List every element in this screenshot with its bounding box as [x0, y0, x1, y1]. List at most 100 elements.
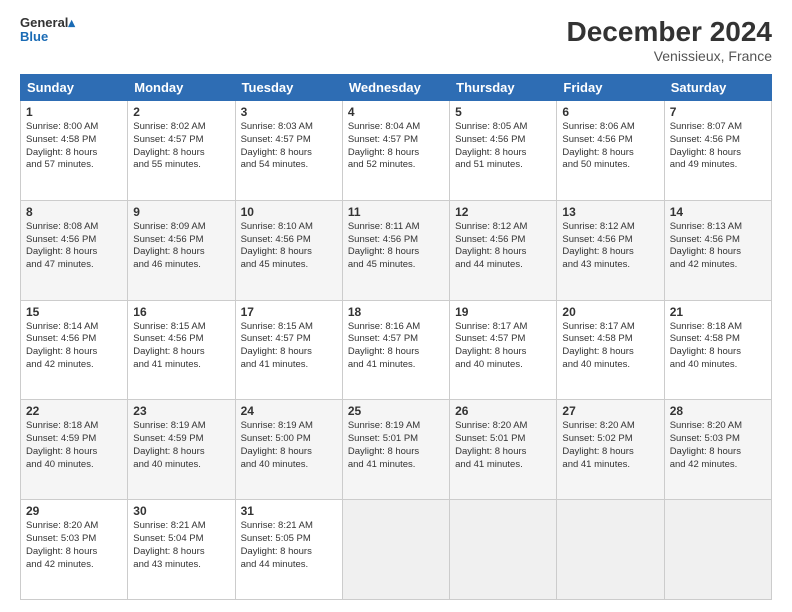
daylight-continued: and 47 minutes. [26, 259, 122, 272]
calendar-cell: 19 Sunrise: 8:17 AM Sunset: 4:57 PM Dayl… [450, 300, 557, 400]
sunrise-line: Sunrise: 8:02 AM [133, 121, 229, 134]
sunrise-line: Sunrise: 8:21 AM [133, 520, 229, 533]
sunset-line: Sunset: 4:57 PM [133, 134, 229, 147]
daylight-continued: and 43 minutes. [133, 559, 229, 572]
calendar-cell: 14 Sunrise: 8:13 AM Sunset: 4:56 PM Dayl… [664, 200, 771, 300]
calendar-table: SundayMondayTuesdayWednesdayThursdayFrid… [20, 74, 772, 600]
day-number: 23 [133, 404, 229, 418]
daylight-line: Daylight: 8 hours [241, 346, 337, 359]
day-number: 30 [133, 504, 229, 518]
sunset-line: Sunset: 4:56 PM [26, 234, 122, 247]
sunrise-line: Sunrise: 8:20 AM [670, 420, 766, 433]
daylight-continued: and 41 minutes. [133, 359, 229, 372]
sunset-line: Sunset: 4:56 PM [241, 234, 337, 247]
sunrise-line: Sunrise: 8:17 AM [455, 321, 551, 334]
daylight-line: Daylight: 8 hours [670, 446, 766, 459]
day-number: 28 [670, 404, 766, 418]
sunrise-line: Sunrise: 8:11 AM [348, 221, 444, 234]
week-row-3: 15 Sunrise: 8:14 AM Sunset: 4:56 PM Dayl… [21, 300, 772, 400]
calendar-cell: 8 Sunrise: 8:08 AM Sunset: 4:56 PM Dayli… [21, 200, 128, 300]
sunrise-line: Sunrise: 8:08 AM [26, 221, 122, 234]
calendar-cell: 15 Sunrise: 8:14 AM Sunset: 4:56 PM Dayl… [21, 300, 128, 400]
daylight-continued: and 40 minutes. [455, 359, 551, 372]
sunset-line: Sunset: 5:03 PM [26, 533, 122, 546]
day-number: 6 [562, 105, 658, 119]
day-number: 19 [455, 305, 551, 319]
daylight-line: Daylight: 8 hours [133, 346, 229, 359]
calendar-cell: 16 Sunrise: 8:15 AM Sunset: 4:56 PM Dayl… [128, 300, 235, 400]
week-row-4: 22 Sunrise: 8:18 AM Sunset: 4:59 PM Dayl… [21, 400, 772, 500]
sunrise-line: Sunrise: 8:09 AM [133, 221, 229, 234]
calendar-cell [557, 500, 664, 600]
calendar-cell: 22 Sunrise: 8:18 AM Sunset: 4:59 PM Dayl… [21, 400, 128, 500]
day-number: 12 [455, 205, 551, 219]
day-number: 25 [348, 404, 444, 418]
daylight-line: Daylight: 8 hours [26, 346, 122, 359]
calendar-cell: 1 Sunrise: 8:00 AM Sunset: 4:58 PM Dayli… [21, 101, 128, 201]
daylight-continued: and 40 minutes. [26, 459, 122, 472]
daylight-continued: and 41 minutes. [241, 359, 337, 372]
logo-text-general: General▴ [20, 16, 75, 30]
daylight-line: Daylight: 8 hours [26, 147, 122, 160]
main-title: December 2024 [567, 16, 772, 48]
calendar-cell: 17 Sunrise: 8:15 AM Sunset: 4:57 PM Dayl… [235, 300, 342, 400]
daylight-line: Daylight: 8 hours [26, 446, 122, 459]
header-wednesday: Wednesday [342, 75, 449, 101]
week-row-1: 1 Sunrise: 8:00 AM Sunset: 4:58 PM Dayli… [21, 101, 772, 201]
daylight-continued: and 41 minutes. [348, 459, 444, 472]
daylight-line: Daylight: 8 hours [348, 246, 444, 259]
daylight-continued: and 40 minutes. [670, 359, 766, 372]
sunrise-line: Sunrise: 8:07 AM [670, 121, 766, 134]
sunrise-line: Sunrise: 8:12 AM [455, 221, 551, 234]
sunset-line: Sunset: 5:05 PM [241, 533, 337, 546]
sunrise-line: Sunrise: 8:19 AM [348, 420, 444, 433]
calendar-cell: 10 Sunrise: 8:10 AM Sunset: 4:56 PM Dayl… [235, 200, 342, 300]
day-number: 27 [562, 404, 658, 418]
sunrise-line: Sunrise: 8:16 AM [348, 321, 444, 334]
sunset-line: Sunset: 5:04 PM [133, 533, 229, 546]
calendar-cell: 2 Sunrise: 8:02 AM Sunset: 4:57 PM Dayli… [128, 101, 235, 201]
sunrise-line: Sunrise: 8:20 AM [26, 520, 122, 533]
daylight-continued: and 52 minutes. [348, 159, 444, 172]
daylight-line: Daylight: 8 hours [562, 446, 658, 459]
daylight-continued: and 43 minutes. [562, 259, 658, 272]
calendar-cell: 4 Sunrise: 8:04 AM Sunset: 4:57 PM Dayli… [342, 101, 449, 201]
daylight-line: Daylight: 8 hours [133, 446, 229, 459]
sunset-line: Sunset: 5:02 PM [562, 433, 658, 446]
week-row-2: 8 Sunrise: 8:08 AM Sunset: 4:56 PM Dayli… [21, 200, 772, 300]
sunset-line: Sunset: 4:57 PM [241, 333, 337, 346]
day-number: 22 [26, 404, 122, 418]
daylight-continued: and 57 minutes. [26, 159, 122, 172]
sunset-line: Sunset: 4:59 PM [133, 433, 229, 446]
header-friday: Friday [557, 75, 664, 101]
calendar-cell: 30 Sunrise: 8:21 AM Sunset: 5:04 PM Dayl… [128, 500, 235, 600]
daylight-continued: and 51 minutes. [455, 159, 551, 172]
daylight-continued: and 41 minutes. [562, 459, 658, 472]
daylight-continued: and 41 minutes. [455, 459, 551, 472]
sunset-line: Sunset: 4:56 PM [670, 234, 766, 247]
sunrise-line: Sunrise: 8:12 AM [562, 221, 658, 234]
day-number: 4 [348, 105, 444, 119]
daylight-continued: and 55 minutes. [133, 159, 229, 172]
sunset-line: Sunset: 4:56 PM [133, 333, 229, 346]
daylight-line: Daylight: 8 hours [455, 446, 551, 459]
daylight-line: Daylight: 8 hours [133, 147, 229, 160]
calendar-cell: 18 Sunrise: 8:16 AM Sunset: 4:57 PM Dayl… [342, 300, 449, 400]
sunset-line: Sunset: 5:01 PM [348, 433, 444, 446]
daylight-continued: and 41 minutes. [348, 359, 444, 372]
calendar-cell: 26 Sunrise: 8:20 AM Sunset: 5:01 PM Dayl… [450, 400, 557, 500]
day-number: 31 [241, 504, 337, 518]
logo-text-blue: Blue [20, 30, 48, 44]
header-monday: Monday [128, 75, 235, 101]
daylight-continued: and 44 minutes. [241, 559, 337, 572]
sunset-line: Sunset: 4:56 PM [562, 134, 658, 147]
day-number: 13 [562, 205, 658, 219]
daylight-line: Daylight: 8 hours [562, 147, 658, 160]
daylight-continued: and 44 minutes. [455, 259, 551, 272]
daylight-line: Daylight: 8 hours [455, 246, 551, 259]
daylight-line: Daylight: 8 hours [562, 346, 658, 359]
day-number: 3 [241, 105, 337, 119]
calendar-cell: 9 Sunrise: 8:09 AM Sunset: 4:56 PM Dayli… [128, 200, 235, 300]
calendar-cell: 28 Sunrise: 8:20 AM Sunset: 5:03 PM Dayl… [664, 400, 771, 500]
calendar-cell [450, 500, 557, 600]
